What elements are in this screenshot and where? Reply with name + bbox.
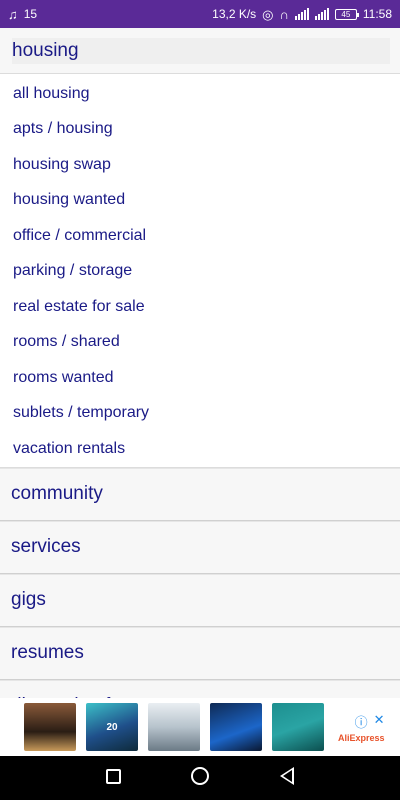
signal-icon — [294, 8, 309, 20]
category-gigs[interactable]: gigs — [0, 573, 400, 627]
category-community[interactable]: community — [0, 467, 400, 521]
ad-icons: ⓘ ✕ — [355, 712, 385, 731]
network-speed: 13,2 K/s — [212, 7, 257, 21]
subcategory-link[interactable]: sublets / temporary — [0, 396, 400, 432]
subcategory-link[interactable]: apts / housing — [0, 112, 400, 148]
notification-count: 15 — [23, 7, 38, 21]
ad-controls: ⓘ ✕ AliExpress — [338, 712, 385, 743]
subcategory-link[interactable]: parking / storage — [0, 254, 400, 290]
clock: 11:58 — [362, 7, 392, 21]
recents-button[interactable] — [98, 768, 128, 789]
status-bar-right: 13,2 K/s ◎ ∩ 45 11:58 — [212, 7, 392, 21]
signal-icon-2 — [314, 8, 329, 20]
status-bar-left: ♫ 15 — [8, 7, 37, 21]
ad-brand: AliExpress — [338, 732, 385, 743]
subcategory-link[interactable]: housing wanted — [0, 183, 400, 219]
ad-thumbnail-tools[interactable] — [272, 703, 324, 751]
ad-thumbnail-shoes[interactable] — [210, 703, 262, 751]
section-header-pill: housing — [12, 37, 390, 64]
battery-icon: 45 — [334, 8, 359, 20]
hotspot-icon: ◎ — [262, 6, 274, 22]
headset-icon: ∩ — [279, 6, 289, 22]
section-header-housing[interactable]: housing — [0, 28, 400, 74]
phone-label: 20 — [106, 721, 118, 733]
subcategory-link[interactable]: housing swap — [0, 147, 400, 183]
home-button[interactable] — [185, 766, 215, 790]
info-icon[interactable]: ⓘ — [355, 712, 368, 731]
square-icon — [105, 768, 121, 784]
ad-thumbnail-fashion[interactable] — [24, 703, 76, 751]
subcategory-link[interactable]: office / commercial — [0, 218, 400, 254]
navigation-bar — [0, 756, 400, 800]
status-bar: ♫ 15 13,2 K/s ◎ ∩ 45 11:58 — [0, 0, 400, 28]
ad-thumbnail-phone[interactable]: 20 — [86, 703, 138, 751]
housing-subcategory-list: all housing apts / housing housing swap … — [0, 74, 400, 468]
music-note-icon: ♫ — [8, 6, 18, 22]
back-button[interactable] — [272, 766, 302, 790]
circle-icon — [190, 766, 209, 785]
category-services[interactable]: services — [0, 520, 400, 574]
subcategory-link[interactable]: rooms / shared — [0, 325, 400, 361]
section-title: housing — [12, 39, 79, 61]
category-list: housing all housing apts / housing housi… — [0, 28, 400, 698]
close-icon[interactable]: ✕ — [374, 712, 385, 731]
ad-banner[interactable]: 20 ⓘ ✕ AliExpress — [0, 698, 400, 756]
subcategory-link[interactable]: vacation rentals — [0, 431, 400, 467]
ad-thumbnail-airplane[interactable] — [148, 703, 200, 751]
subcategory-link[interactable]: rooms wanted — [0, 360, 400, 396]
subcategory-link[interactable]: real estate for sale — [0, 289, 400, 325]
battery-level: 45 — [341, 9, 351, 19]
back-triangle-icon — [279, 766, 294, 785]
category-discussion-forums[interactable]: discussion forums — [0, 679, 400, 698]
category-resumes[interactable]: resumes — [0, 626, 400, 680]
subcategory-link[interactable]: all housing — [0, 76, 400, 112]
